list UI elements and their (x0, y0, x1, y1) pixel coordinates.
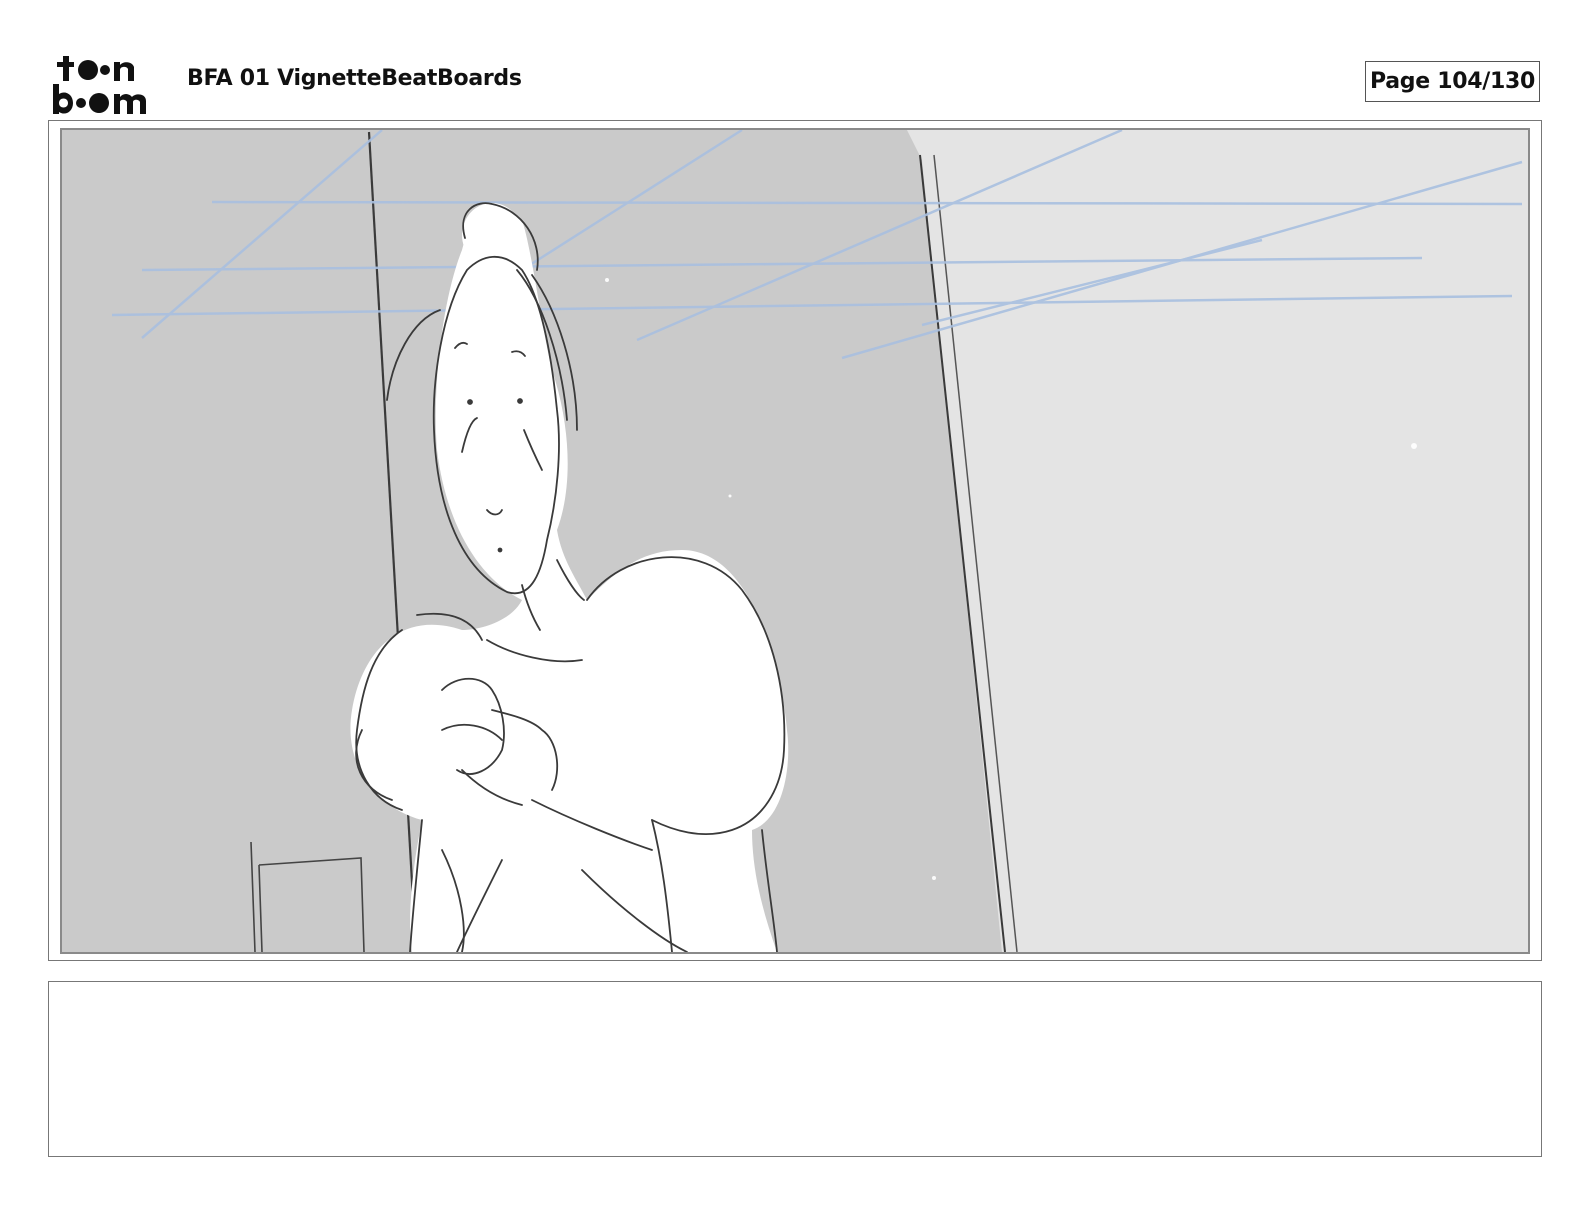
document-title: BFA 01 VignetteBeatBoards (187, 66, 522, 91)
notes-box (48, 981, 1542, 1157)
page-number-badge: Page 104/130 (1365, 61, 1540, 102)
storyboard-sketch (60, 128, 1530, 954)
toon-boom-logo (50, 50, 168, 114)
